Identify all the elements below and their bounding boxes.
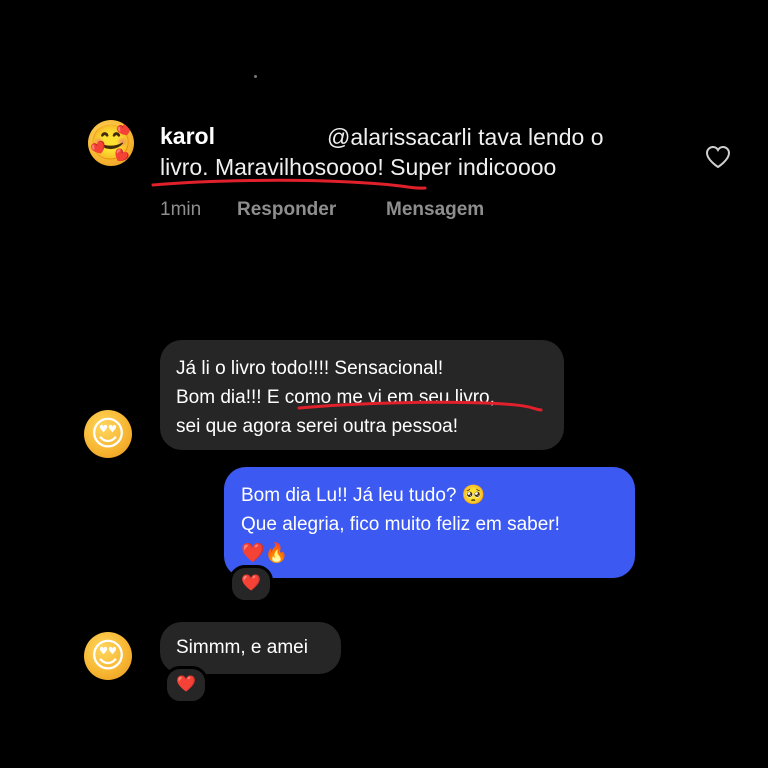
message-line: Que alegria, fico muito feliz em saber! (241, 514, 560, 535)
message-button[interactable]: Mensagem (386, 199, 484, 221)
annotation-underline-comment (151, 178, 427, 190)
sender-avatar[interactable]: 😍 (84, 632, 132, 680)
comment-text-line-1: @alarissacarli tava lendo o (327, 124, 604, 150)
heart-outline-icon[interactable] (705, 145, 731, 169)
heart-eyes-icon: 😍 (90, 414, 126, 454)
heart-eyes-icon: 😍 (90, 636, 126, 676)
reply-button[interactable]: Responder (237, 199, 336, 221)
comment-username[interactable]: karol (160, 123, 215, 150)
received-message-bubble[interactable]: Já li o livro todo!!!! Sensacional! Bom … (160, 340, 564, 450)
sent-message-bubble[interactable]: Bom dia Lu!! Já leu tudo? 🥺 Que alegria,… (224, 467, 635, 578)
heart-icon: ❤️ (241, 575, 261, 592)
heart-reaction-badge[interactable]: ❤️ (229, 565, 273, 603)
comment-item: 🥰 karol @alarissacarli tava lendo o livr… (0, 0, 768, 240)
comment-timestamp: 1min (160, 199, 202, 220)
heart-icon: ❤️ (176, 676, 196, 693)
smiling-face-with-hearts-icon: 🥰 (89, 123, 133, 163)
message-line: Bom dia Lu!! Já leu tudo? 🥺 (241, 485, 486, 506)
heart-reaction-badge[interactable]: ❤️ (164, 666, 208, 704)
commenter-avatar[interactable]: 🥰 (88, 120, 134, 166)
message-line: Já li o livro todo!!!! Sensacional! (176, 358, 444, 379)
annotation-underline-message (297, 400, 543, 412)
message-line: ❤️🔥 (241, 543, 289, 564)
message-line: Simmm, e amei (176, 637, 308, 658)
message-line: sei que agora serei outra pessoa! (176, 416, 459, 437)
sender-avatar[interactable]: 😍 (84, 410, 132, 458)
